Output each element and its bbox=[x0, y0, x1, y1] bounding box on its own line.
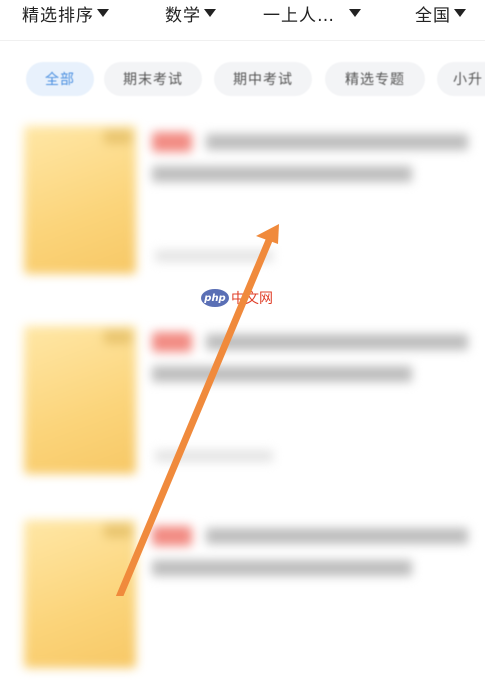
doc-type-tag bbox=[152, 526, 192, 546]
cover-badge bbox=[104, 524, 132, 538]
doc-type-tag bbox=[152, 132, 192, 152]
php-logo: php bbox=[201, 289, 229, 307]
item-title-line bbox=[152, 366, 412, 382]
tab-final-exam[interactable]: 期末考试 bbox=[104, 62, 202, 96]
subject-filter-label: 数学 bbox=[165, 5, 201, 26]
document-cover-thumbnail bbox=[24, 520, 136, 668]
tab-featured-topics[interactable]: 精选专题 bbox=[325, 62, 425, 96]
list-item[interactable] bbox=[0, 512, 485, 682]
subject-filter-dropdown[interactable]: 数学 bbox=[165, 0, 216, 26]
list-item[interactable] bbox=[0, 318, 485, 488]
item-meta bbox=[155, 450, 273, 462]
tab-primary-to-middle[interactable]: 小升 bbox=[437, 62, 485, 96]
item-title-line bbox=[206, 334, 468, 350]
region-filter-label: 全国 bbox=[415, 5, 451, 26]
category-tabs: 全部 期末考试 期中考试 精选专题 小升 bbox=[0, 62, 485, 98]
tab-midterm-exam[interactable]: 期中考试 bbox=[214, 62, 312, 96]
caret-down-icon bbox=[97, 9, 109, 17]
cover-badge bbox=[104, 330, 132, 344]
caret-down-icon bbox=[204, 9, 216, 17]
doc-type-tag bbox=[152, 332, 192, 352]
grade-filter-dropdown[interactable]: 一上人… bbox=[263, 0, 361, 26]
tab-all[interactable]: 全部 bbox=[26, 62, 94, 96]
document-cover-thumbnail bbox=[24, 326, 136, 474]
item-title-line bbox=[152, 560, 412, 576]
watermark-text: 中文网 bbox=[231, 291, 273, 307]
item-title-line bbox=[206, 134, 468, 150]
item-meta bbox=[155, 250, 273, 262]
region-filter-dropdown[interactable]: 全国 bbox=[415, 0, 466, 26]
sort-filter-label: 精选排序 bbox=[22, 5, 94, 26]
cover-badge bbox=[104, 130, 132, 144]
item-title-line bbox=[206, 528, 468, 544]
caret-down-icon bbox=[349, 9, 361, 17]
sort-filter-dropdown[interactable]: 精选排序 bbox=[22, 0, 109, 26]
document-cover-thumbnail bbox=[24, 126, 136, 274]
item-title-line bbox=[152, 166, 412, 182]
list-item[interactable] bbox=[0, 118, 485, 288]
caret-down-icon bbox=[454, 9, 466, 17]
grade-filter-label: 一上人… bbox=[263, 5, 335, 26]
site-watermark: php 中文网 bbox=[201, 288, 273, 308]
filter-bar: 精选排序 数学 一上人… 全国 bbox=[0, 0, 485, 41]
